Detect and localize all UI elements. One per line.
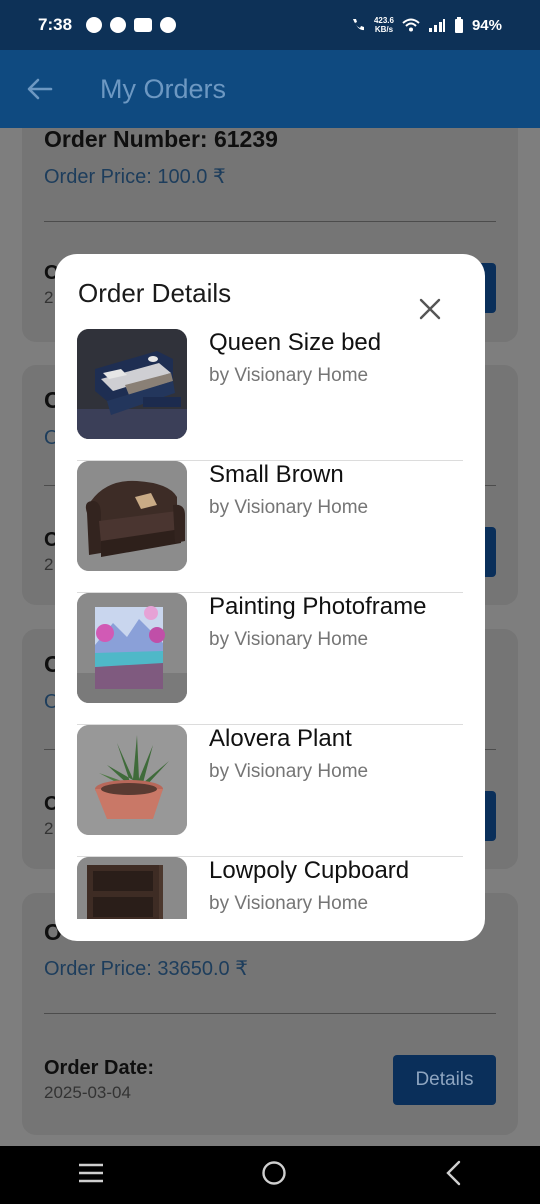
order-number: Order Number: 61239 [44, 128, 278, 152]
order-date-value: 2025-03-04 [44, 1083, 131, 1102]
close-icon [419, 298, 441, 320]
notification-icon [160, 17, 177, 33]
notification-icon [86, 17, 103, 33]
status-time: 7:38 [38, 15, 73, 34]
recents-button[interactable] [78, 1163, 104, 1188]
notification-icon [134, 18, 153, 32]
app-bar: My Orders [0, 50, 540, 128]
battery-icon [454, 16, 463, 33]
order-date-value: 2 [44, 288, 54, 307]
order-price: Order Price: 100.0 ₹ [44, 166, 226, 188]
system-back-button[interactable] [444, 1160, 462, 1191]
back-chevron-icon [445, 1160, 460, 1185]
order-date-value: 2 [44, 555, 54, 574]
item-vendor: by Visionary Home [209, 629, 369, 650]
arrow-left-icon [27, 78, 53, 100]
sofa-thumbnail [77, 461, 187, 571]
item-name: Small Brown [209, 461, 344, 488]
list-item[interactable]: Lowpoly Cupboard by Visionary Home [77, 857, 463, 919]
status-bar: 7:38 423.6 KB/s 94% [0, 0, 540, 50]
list-item[interactable]: Painting Photoframe by Visionary Home [77, 593, 463, 725]
notification-icons [86, 17, 177, 33]
battery-percent: 94% [471, 16, 502, 34]
signal-icon [428, 19, 445, 32]
item-name: Queen Size bed [209, 329, 382, 356]
cupboard-thumbnail [77, 857, 187, 919]
order-date-label: Order Date: [44, 1057, 155, 1079]
item-name: Alovera Plant [209, 725, 352, 752]
notification-icon [110, 17, 127, 33]
divider [44, 221, 496, 222]
plant-thumbnail [77, 725, 187, 835]
divider [44, 1013, 496, 1014]
item-vendor: by Visionary Home [209, 365, 369, 386]
home-circle-icon [262, 1160, 286, 1185]
item-name: Lowpoly Cupboard [209, 857, 410, 884]
details-button[interactable]: Details [393, 1055, 496, 1105]
list-item[interactable]: Small Brown by Visionary Home [77, 461, 463, 593]
item-vendor: by Visionary Home [209, 497, 369, 518]
list-item[interactable]: Alovera Plant by Visionary Home [77, 725, 463, 857]
order-items-list[interactable]: Queen Size bed by Visionary Home Small B… [77, 329, 463, 919]
wifi-icon [402, 18, 420, 32]
order-details-dialog: Order Details Queen Size bed by Visionar… [55, 254, 485, 941]
item-vendor: by Visionary Home [209, 761, 369, 782]
dialog-title: Order Details [78, 278, 232, 308]
wifi-call-icon [352, 19, 364, 31]
order-price: Order Price: 33650.0 ₹ [44, 958, 248, 980]
back-button[interactable] [0, 50, 80, 128]
home-button[interactable] [261, 1160, 287, 1191]
net-speed: 423.6 KB/s [373, 16, 394, 34]
system-nav-bar [0, 1146, 540, 1204]
page-title: My Orders [100, 73, 227, 104]
list-item[interactable]: Queen Size bed by Visionary Home [77, 329, 463, 461]
painting-thumbnail [77, 593, 187, 703]
close-button[interactable] [415, 294, 445, 324]
item-vendor: by Visionary Home [209, 893, 369, 914]
menu-icon [79, 1163, 104, 1182]
item-name: Painting Photoframe [209, 593, 427, 620]
order-date-value: 2 [44, 819, 54, 838]
bed-thumbnail [77, 329, 187, 439]
